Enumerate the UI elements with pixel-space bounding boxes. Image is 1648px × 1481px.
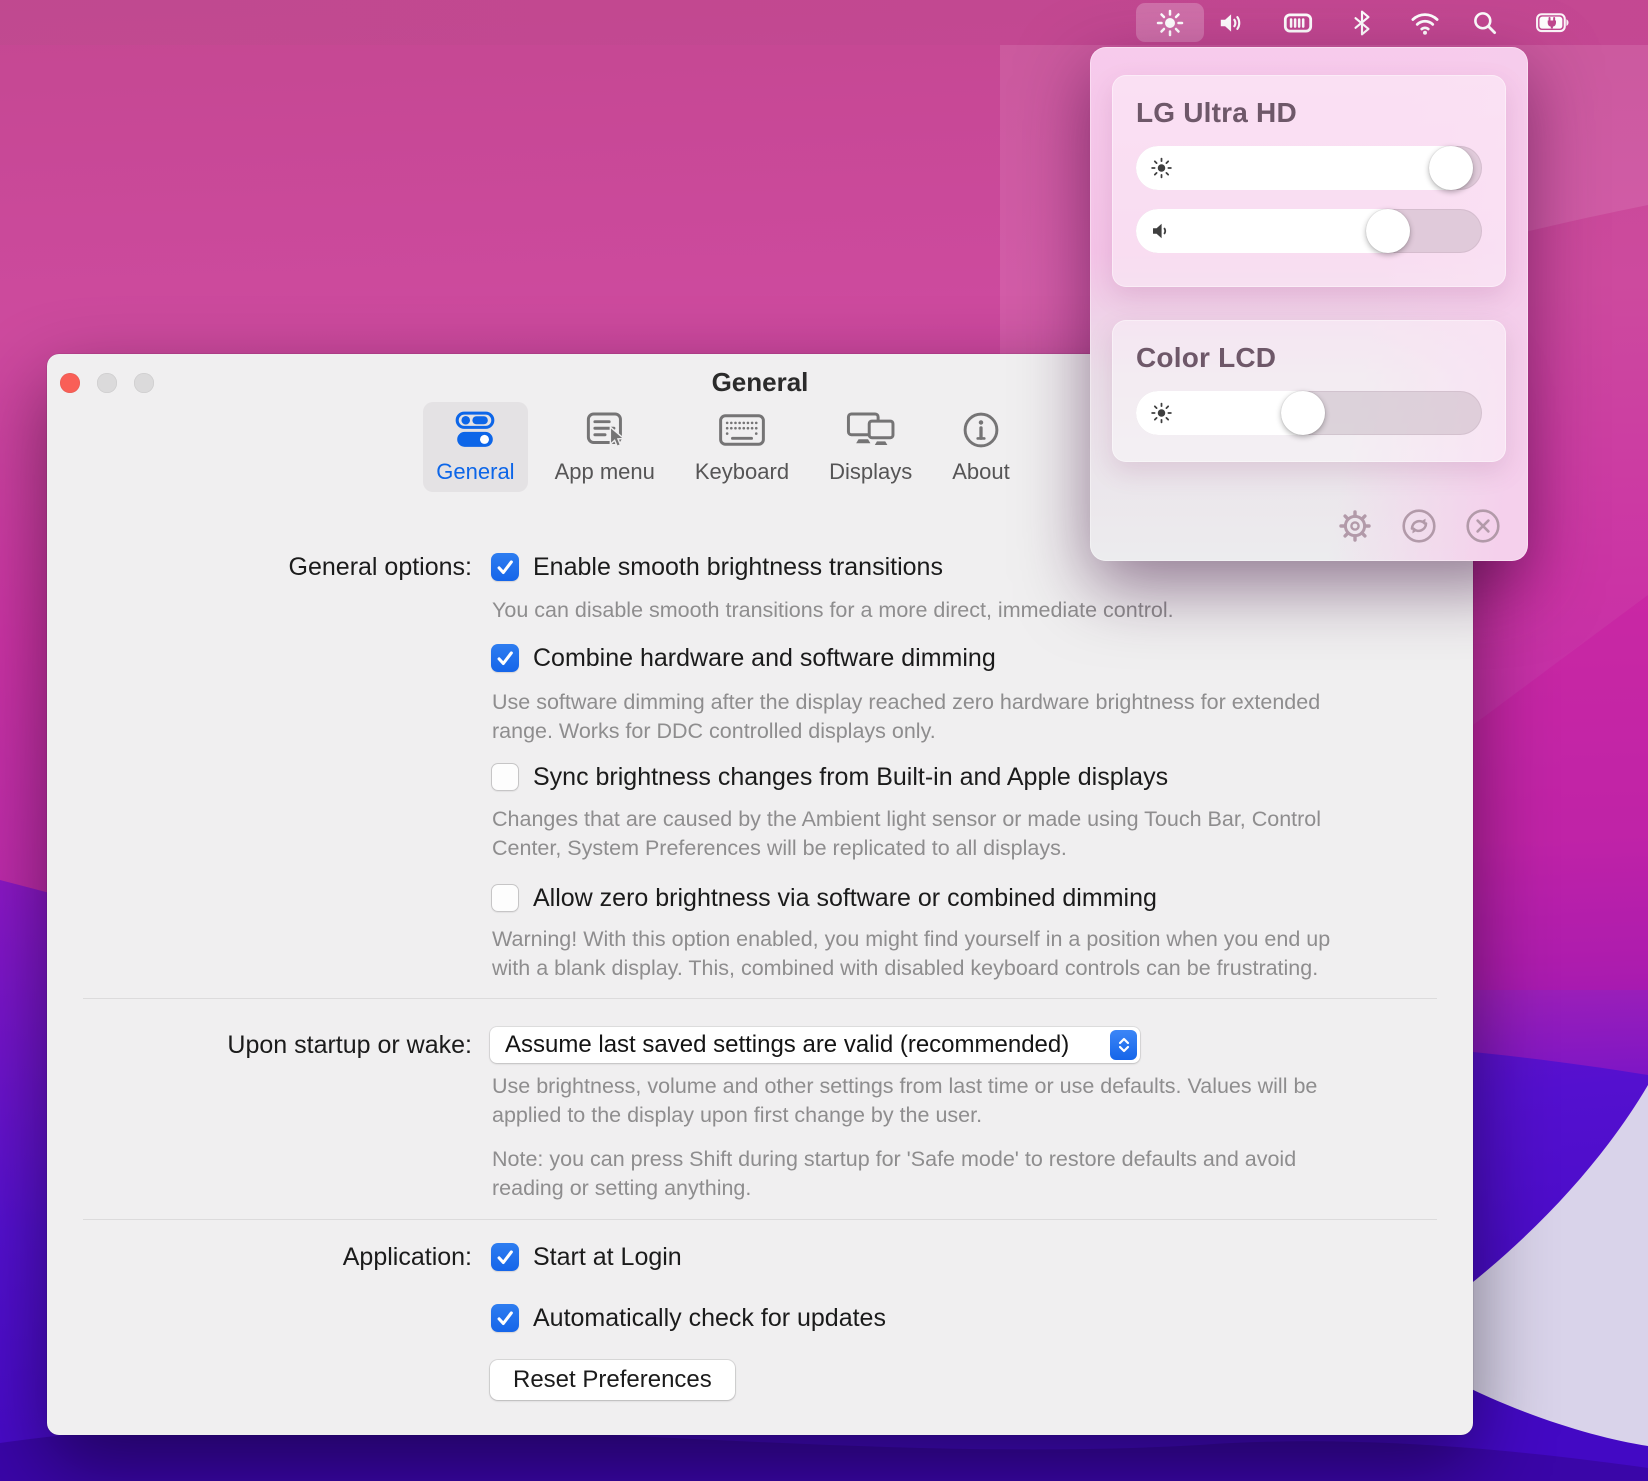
displays-icon	[846, 411, 896, 454]
tab-about[interactable]: About	[939, 402, 1023, 492]
volume-speaker-icon	[1149, 219, 1173, 243]
info-icon	[961, 411, 1001, 454]
search-icon[interactable]	[1452, 0, 1516, 45]
keyboard-brightness-icon[interactable]	[1266, 0, 1330, 45]
display-card-lg-ultra-hd: LG Ultra HD	[1112, 75, 1506, 287]
tab-displays[interactable]: Displays	[816, 402, 925, 492]
display-name: LG Ultra HD	[1136, 97, 1482, 129]
keyboard-icon	[718, 411, 766, 454]
volume-icon[interactable]	[1198, 0, 1262, 45]
section-divider	[83, 998, 1437, 999]
displays-popover: LG Ultra HD Color LCD	[1090, 47, 1528, 561]
toggles-icon	[453, 411, 497, 454]
menu-bar	[0, 0, 1648, 45]
battery-icon[interactable]	[1518, 0, 1588, 45]
option-label: Sync brightness changes from Built-in an…	[533, 763, 1168, 792]
slider-knob[interactable]	[1429, 146, 1473, 190]
slider-knob[interactable]	[1281, 391, 1325, 435]
option-label: Allow zero brightness via software or co…	[533, 884, 1157, 913]
option-row: Combine hardware and software dimming	[491, 644, 996, 672]
reset-preferences-button[interactable]: Reset Preferences	[490, 1360, 735, 1400]
app-menu-icon	[583, 411, 627, 454]
dropdown-stepper-icon	[1110, 1030, 1137, 1060]
application-label: Application:	[47, 1243, 472, 1271]
startup-note: Note: you can press Shift during startup…	[492, 1145, 1372, 1203]
brightness-slider[interactable]	[1136, 391, 1482, 435]
slider-knob[interactable]	[1366, 209, 1410, 253]
tab-label: Keyboard	[695, 459, 789, 485]
tab-label: General	[436, 459, 514, 485]
option-row: Start at Login	[491, 1243, 682, 1271]
option-row: Sync brightness changes from Built-in an…	[491, 763, 1168, 791]
tab-label: App menu	[555, 459, 655, 485]
option-label: Start at Login	[533, 1243, 682, 1272]
option-description: Changes that are caused by the Ambient l…	[492, 805, 1372, 863]
slider-fill	[1136, 146, 1473, 190]
brightness-slider[interactable]	[1136, 146, 1482, 190]
volume-slider[interactable]	[1136, 209, 1482, 253]
tab-app-menu[interactable]: App menu	[542, 402, 668, 492]
startup-behavior-select[interactable]: Assume last saved settings are valid (re…	[490, 1027, 1140, 1063]
option-label: Automatically check for updates	[533, 1304, 886, 1333]
checkbox-combine-dimming[interactable]	[491, 644, 519, 672]
startup-label: Upon startup or wake:	[47, 1031, 472, 1059]
option-row: Automatically check for updates	[491, 1304, 886, 1332]
popover-actions	[1336, 507, 1502, 545]
display-name: Color LCD	[1136, 342, 1482, 374]
dropdown-selected-value: Assume last saved settings are valid (re…	[490, 1031, 1110, 1059]
option-row: Enable smooth brightness transitions	[491, 553, 943, 581]
section-divider	[83, 1219, 1437, 1220]
tab-keyboard[interactable]: Keyboard	[682, 402, 802, 492]
option-description: Use software dimming after the display r…	[492, 688, 1372, 746]
option-description: You can disable smooth transitions for a…	[492, 596, 1174, 625]
checkbox-start-at-login[interactable]	[491, 1243, 519, 1271]
option-label: Combine hardware and software dimming	[533, 644, 996, 673]
brightness-sun-icon	[1149, 156, 1174, 181]
checkbox-auto-updates[interactable]	[491, 1304, 519, 1332]
refresh-icon[interactable]	[1400, 507, 1438, 545]
tab-label: About	[952, 459, 1010, 485]
close-circle-icon[interactable]	[1464, 507, 1502, 545]
checkbox-allow-zero-brightness[interactable]	[491, 884, 519, 912]
tab-label: Displays	[829, 459, 912, 485]
wifi-icon[interactable]	[1393, 0, 1457, 45]
brightness-icon[interactable]	[1138, 0, 1202, 45]
settings-gear-icon[interactable]	[1336, 507, 1374, 545]
checkbox-smooth-transitions[interactable]	[491, 553, 519, 581]
option-label: Enable smooth brightness transitions	[533, 553, 943, 582]
option-row: Allow zero brightness via software or co…	[491, 884, 1157, 912]
tab-general[interactable]: General	[423, 402, 527, 492]
brightness-sun-icon	[1149, 401, 1174, 426]
option-description: Warning! With this option enabled, you m…	[492, 925, 1372, 983]
general-options-label: General options:	[47, 553, 472, 581]
checkbox-sync-brightness[interactable]	[491, 763, 519, 791]
startup-description: Use brightness, volume and other setting…	[492, 1072, 1372, 1130]
bluetooth-icon[interactable]	[1330, 0, 1394, 45]
display-card-color-lcd: Color LCD	[1112, 320, 1506, 462]
